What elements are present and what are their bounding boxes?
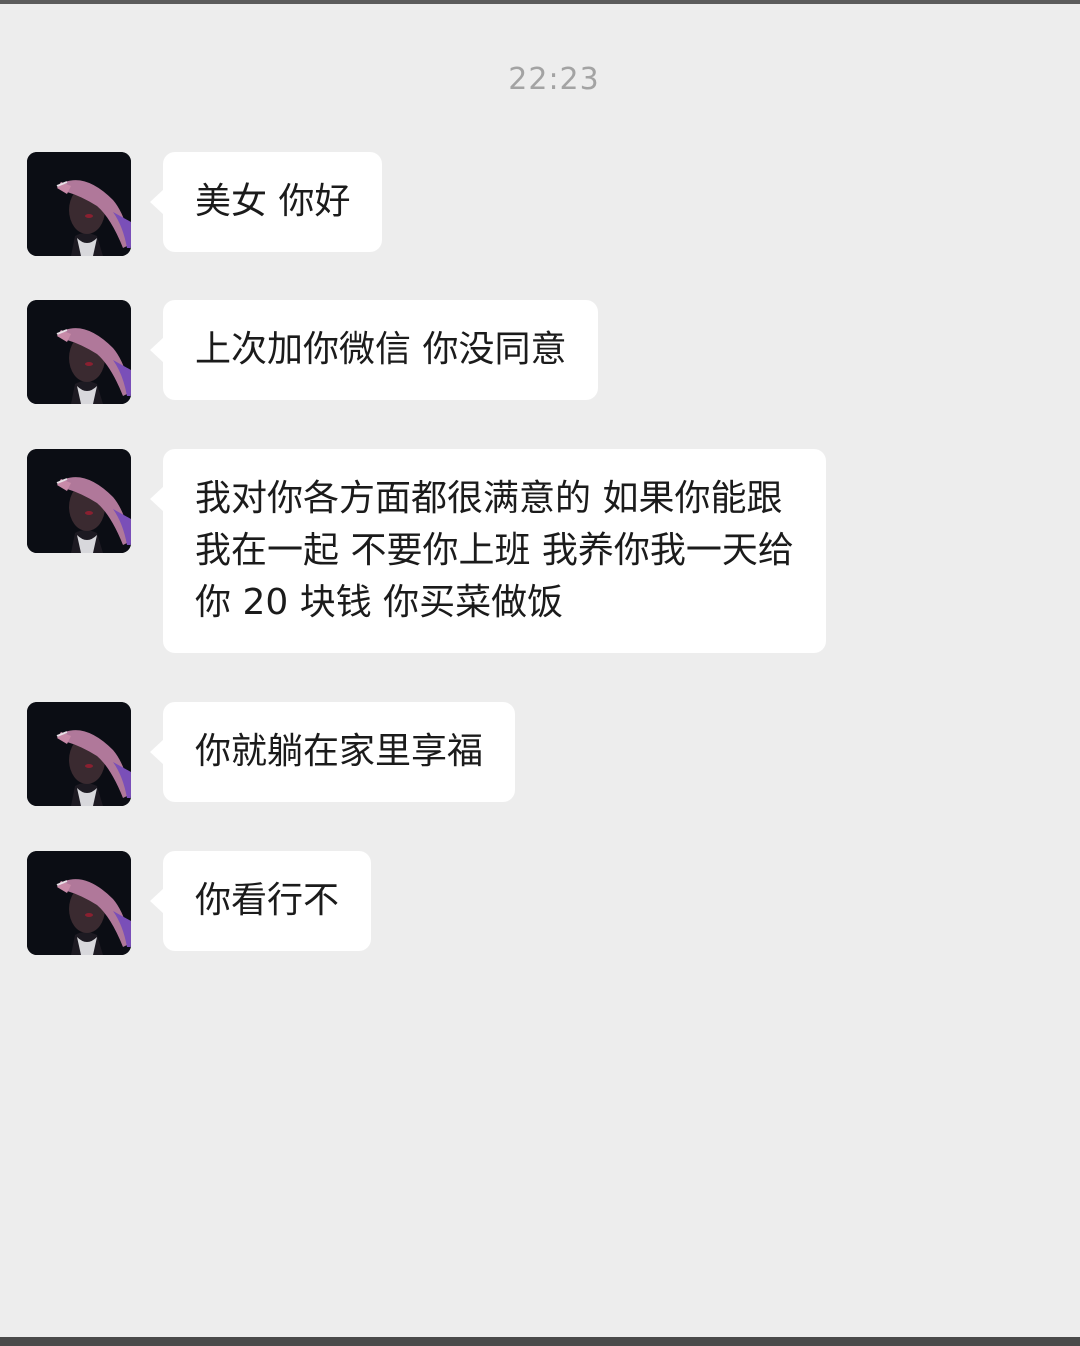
contact-avatar[interactable]	[27, 702, 131, 806]
contact-avatar[interactable]	[27, 449, 131, 553]
contact-avatar[interactable]	[27, 152, 131, 256]
message-bubble[interactable]: 上次加你微信 你没同意	[149, 300, 599, 400]
chat-timestamp: 22:23	[508, 62, 600, 97]
message-text: 你看行不	[195, 880, 340, 921]
message-text: 美女 你好	[195, 181, 351, 222]
message-bubble[interactable]: 你就躺在家里享福	[149, 702, 516, 802]
message-bubble[interactable]: 我对你各方面都很满意的 如果你能跟 我在一起 不要你上班 我养你我一天给 你 2…	[150, 449, 826, 653]
message-text: 我对你各方面都很满意的 如果你能跟 我在一起 不要你上班 我养你我一天给 你 2…	[195, 478, 794, 623]
bottom-edge	[0, 1337, 1080, 1346]
message-bubble[interactable]: 美女 你好	[149, 152, 383, 252]
message-text: 上次加你微信 你没同意	[195, 329, 567, 370]
contact-avatar[interactable]	[27, 300, 131, 404]
top-edge	[0, 0, 1080, 4]
message-bubble[interactable]: 你看行不	[149, 851, 372, 951]
message-text: 你就躺在家里享福	[195, 731, 484, 772]
contact-avatar[interactable]	[27, 851, 131, 955]
